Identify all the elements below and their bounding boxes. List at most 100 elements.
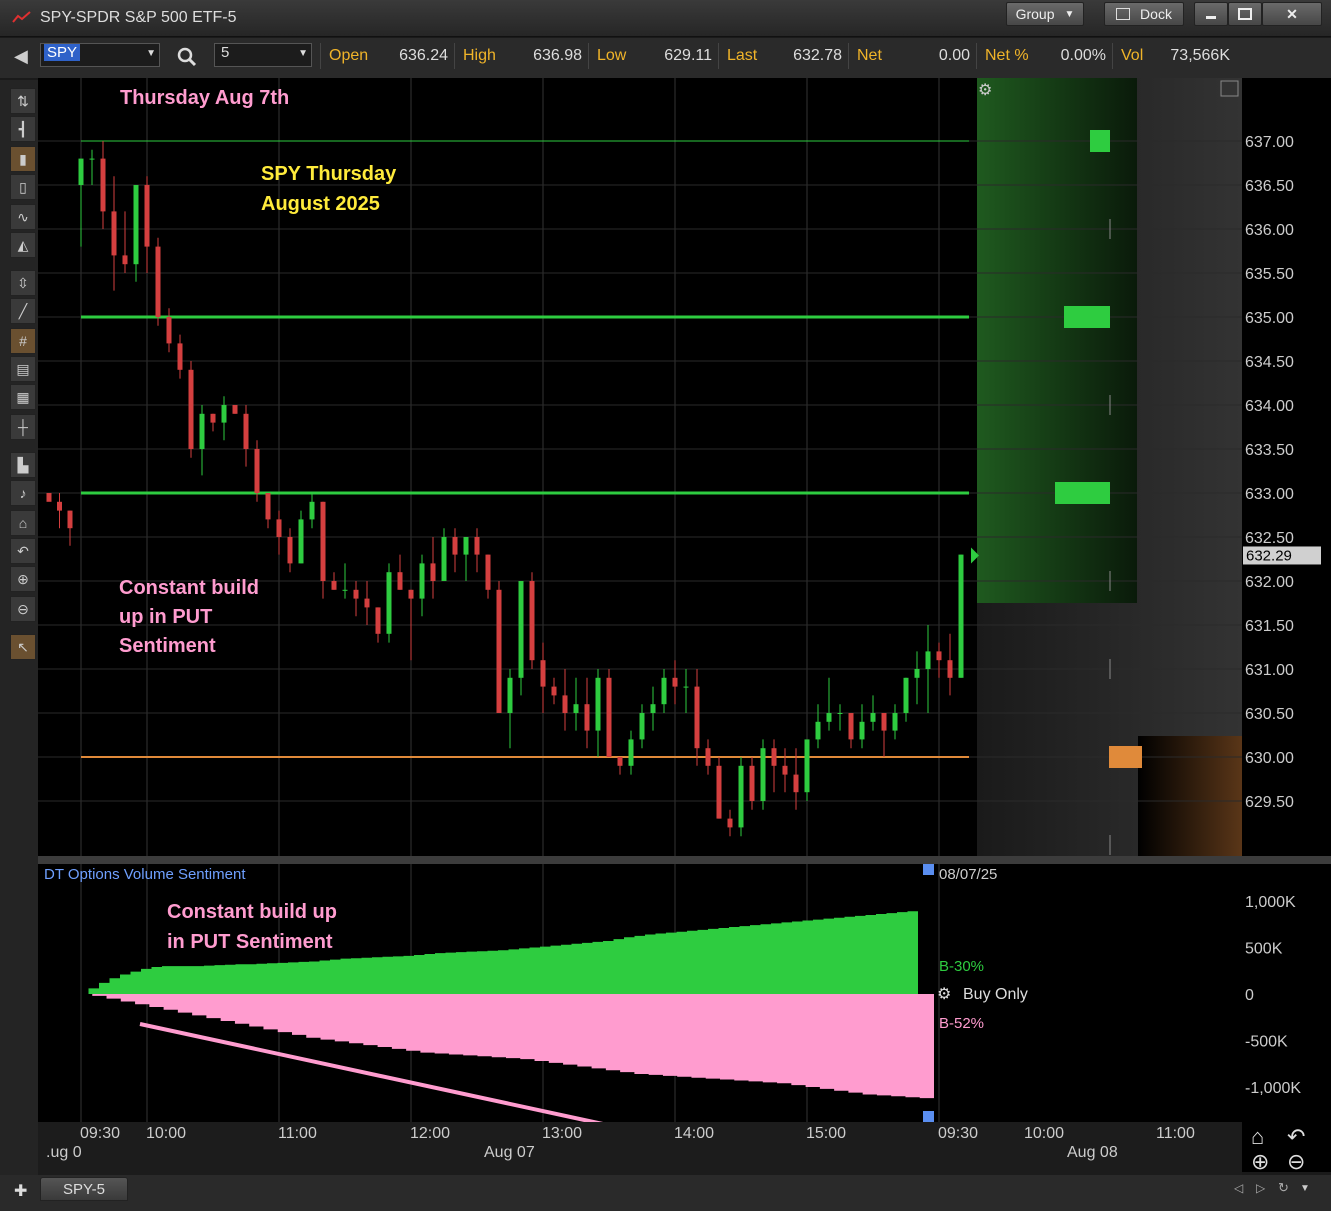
candle-body [353, 589, 359, 599]
note-icon[interactable]: ♪ [10, 480, 36, 506]
bottom-tab-bar: ✚ SPY-5 ◁ ▷ ↻ ▼ [0, 1175, 1331, 1211]
line-chart-icon[interactable]: ∿ [10, 204, 36, 230]
candle-body [672, 677, 678, 687]
candle-body [705, 748, 711, 766]
trendline-icon[interactable]: ╱ [10, 298, 36, 324]
indicator-date: 08/07/25 [939, 866, 997, 883]
price-axis-label: 630.50 [1245, 706, 1294, 723]
price-axis-label: 629.50 [1245, 794, 1294, 811]
session-marker-bottom [923, 1111, 934, 1122]
candle-body [243, 413, 249, 449]
candle-body [276, 519, 282, 537]
candle-body [485, 554, 491, 590]
chevron-down-icon[interactable]: ▼ [1300, 1183, 1310, 1194]
candle-body [221, 405, 227, 423]
refresh-icon[interactable]: ↻ [1278, 1180, 1289, 1196]
candle-body [375, 607, 381, 634]
volume-profile-bar [1109, 746, 1142, 768]
candle-body [694, 686, 700, 749]
symbol-value: SPY [44, 44, 81, 61]
chart-canvas[interactable]: 632.29 637.00 636.50 636.00 635.50 635.00 634.… [38, 78, 1331, 1175]
volume-icon[interactable]: ▙ [10, 452, 36, 478]
quote-open: Open 636.24 [320, 43, 454, 69]
back-arrow-icon[interactable]: ◀ [14, 46, 28, 67]
quote-net: Net % 0.00% [976, 43, 1112, 69]
close-icon: ✕ [1286, 5, 1298, 22]
home-icon[interactable]: ⌂ [1251, 1124, 1264, 1149]
bar-chart-icon[interactable]: ┫ [10, 116, 36, 142]
candle-body [606, 677, 612, 757]
minimize-button[interactable] [1194, 2, 1228, 26]
volume-profile-bar [1055, 482, 1110, 504]
panel-divider [38, 856, 1331, 864]
crosshair-icon[interactable]: ┼ [10, 414, 36, 440]
candle-body [166, 317, 172, 344]
quote-last: Last 632.78 [718, 43, 848, 69]
time-axis-label: 11:00 [1156, 1125, 1195, 1142]
candle-body [650, 704, 656, 713]
candle-body [573, 704, 579, 713]
search-icon[interactable] [176, 46, 198, 73]
candle-body [232, 405, 238, 414]
time-axis-label: 12:00 [410, 1125, 450, 1142]
zoom-in-icon[interactable]: ⊕ [10, 566, 36, 592]
tab-spy-5[interactable]: SPY-5 [40, 1177, 128, 1201]
price-axis-label: 637.00 [1245, 134, 1294, 151]
group-dropdown[interactable]: Group ▼ [1006, 2, 1084, 26]
candle-body [287, 537, 293, 564]
time-axis-label: 14:00 [674, 1125, 714, 1142]
zoom-out-icon[interactable]: ⊖ [10, 596, 36, 622]
volume-profile-green-zone [977, 78, 1137, 603]
hollow-candle-icon[interactable]: ▯ [10, 174, 36, 200]
scroll-left-icon[interactable]: ◁ [1234, 1181, 1243, 1195]
scroll-right-icon[interactable]: ▷ [1256, 1181, 1265, 1195]
zoom-out-icon[interactable]: ⊖ [1287, 1149, 1305, 1174]
candle-body [826, 713, 832, 722]
quote-value: 629.11 [664, 47, 712, 64]
candlestick-icon[interactable]: ▮ [10, 146, 36, 172]
quote-value: 73,566K [1170, 47, 1230, 64]
tab-label: SPY-5 [63, 1180, 105, 1198]
annotation-title-line1: SPY Thursday [261, 163, 397, 185]
candle-body [738, 765, 744, 828]
volume-profile-bar [1064, 306, 1110, 328]
home-icon[interactable]: ⌂ [10, 510, 36, 536]
data-grid-icon[interactable]: ▦ [10, 384, 36, 410]
sell-percent-label: B-52% [939, 1015, 984, 1032]
chevron-down-icon[interactable]: ▼ [298, 48, 308, 59]
dock-button[interactable]: Dock [1104, 2, 1184, 26]
grid-icon[interactable]: # [10, 328, 36, 354]
quote-value: 636.98 [533, 47, 582, 64]
quote-label: Last [727, 47, 758, 64]
quote-label: Net % [985, 47, 1029, 64]
add-tab-icon[interactable]: ✚ [14, 1181, 27, 1201]
symbol-input[interactable]: SPY ▼ [40, 43, 160, 67]
zoom-in-icon[interactable]: ⊕ [1251, 1149, 1269, 1174]
candle-body [804, 739, 810, 793]
candle-body [419, 563, 425, 599]
candle-body [177, 343, 183, 370]
candle-body [562, 695, 568, 713]
price-axis-label: 633.50 [1245, 442, 1294, 459]
close-button[interactable]: ✕ [1262, 2, 1322, 26]
chevron-down-icon[interactable]: ▼ [146, 48, 156, 59]
cursor-crosshair-icon[interactable]: ⇅ [10, 88, 36, 114]
annotation-mid-line2: up in PUT [119, 606, 212, 628]
vertical-scale-icon[interactable]: ⇳ [10, 270, 36, 296]
area-chart-icon[interactable]: ◭ [10, 232, 36, 258]
undo-icon[interactable]: ↶ [10, 538, 36, 564]
candle-body [848, 713, 854, 740]
mode-label: Buy Only [963, 986, 1028, 1003]
indicator-axis-label: 1,000K [1245, 894, 1296, 911]
price-axis-label: 631.00 [1245, 662, 1294, 679]
interval-input[interactable]: 5 ▼ [214, 43, 312, 67]
pointer-icon[interactable]: ↖ [10, 634, 36, 660]
maximize-button[interactable] [1228, 2, 1262, 26]
candle-body [837, 713, 843, 714]
time-axis-label: 13:00 [542, 1125, 582, 1142]
time-axis-label: 10:00 [146, 1125, 186, 1142]
table-icon[interactable]: ▤ [10, 356, 36, 382]
annotation-lower-line1: Constant build up [167, 901, 337, 923]
undo-icon[interactable]: ↶ [1287, 1124, 1305, 1149]
price-axis-label: 633.00 [1245, 486, 1294, 503]
